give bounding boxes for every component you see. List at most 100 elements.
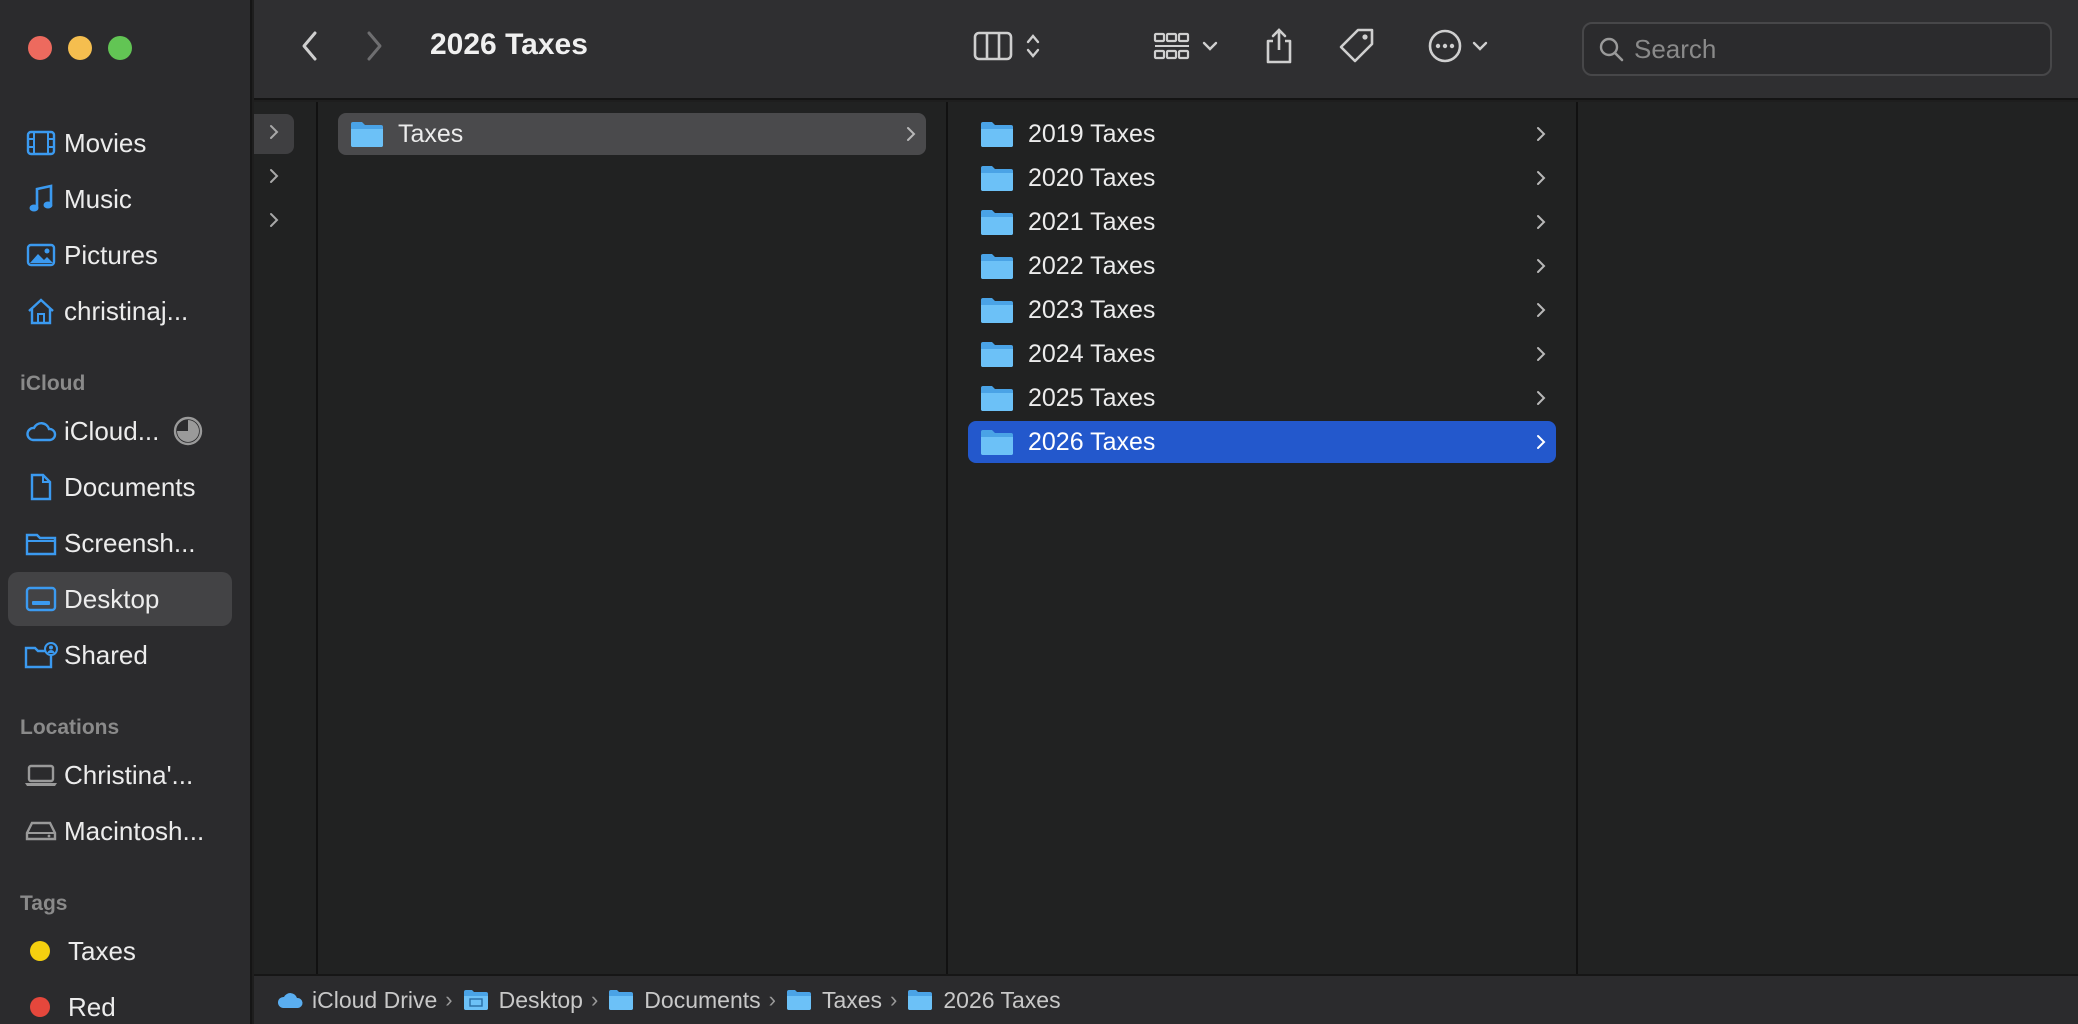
path-crumb-2026-taxes[interactable]: 2026 Taxes (907, 987, 1061, 1014)
sidebar-item-label: Music (64, 183, 132, 214)
chevron-right-icon (269, 124, 279, 145)
home-icon (18, 293, 64, 329)
chevron-down-icon (1471, 39, 1489, 57)
path-separator-icon: › (445, 987, 453, 1012)
column1-row[interactable] (254, 158, 294, 198)
sidebar-section-tags: Tags (20, 892, 68, 915)
film-icon (18, 125, 64, 161)
folder-row-2024-taxes[interactable]: 2024 Taxes (968, 333, 1556, 375)
chevron-right-icon (364, 30, 384, 67)
sidebar-item-label: Documents (64, 471, 196, 502)
folder-row-2023-taxes[interactable]: 2023 Taxes (968, 289, 1556, 331)
zoom-window-button[interactable] (108, 36, 132, 60)
sidebar-item-label: Taxes (68, 935, 136, 966)
sidebar-item-music[interactable]: Music (8, 172, 232, 226)
folder-row-2019-taxes[interactable]: 2019 Taxes (968, 113, 1556, 155)
tag-icon (1338, 27, 1376, 70)
window-title: 2026 Taxes (430, 28, 588, 61)
path-crumb-desktop[interactable]: Desktop (463, 987, 583, 1014)
sidebar-item-label: Movies (64, 127, 147, 158)
folder-label: 2021 Taxes (1028, 207, 1156, 236)
folder-icon (980, 120, 1014, 148)
column-divider[interactable] (946, 102, 948, 974)
sidebar-item-home[interactable]: christinaj... (8, 284, 232, 338)
column-divider[interactable] (1576, 102, 1578, 974)
toolbar: 2026 Taxes (254, 0, 2078, 100)
folder-row-2021-taxes[interactable]: 2021 Taxes (968, 201, 1556, 243)
path-crumb-icloud-drive[interactable]: iCloud Drive (276, 987, 437, 1014)
chevron-right-icon (1526, 245, 1556, 287)
sidebar-item-label: Shared (64, 639, 148, 670)
sidebar-item-label: christinaj... (64, 295, 189, 326)
photo-icon (18, 237, 64, 273)
column1-row[interactable] (254, 202, 294, 242)
sync-progress-icon (173, 416, 203, 446)
laptop-icon (18, 757, 64, 793)
sidebar-item-documents[interactable]: Documents (8, 460, 232, 514)
view-mode-button[interactable] (962, 26, 1052, 70)
share-button[interactable] (1254, 24, 1304, 72)
folder-row-2025-taxes[interactable]: 2025 Taxes (968, 377, 1556, 419)
folder-icon (907, 989, 933, 1011)
crumb-label: Documents (644, 986, 761, 1013)
column-divider[interactable] (316, 102, 318, 974)
sidebar-item-screenshots[interactable]: Screensh... (8, 516, 232, 570)
grid-icon (1153, 31, 1191, 66)
column-view-icon (973, 31, 1013, 66)
sidebar-section-locations: Locations (20, 716, 120, 739)
folder-icon (980, 296, 1014, 324)
folder-row-2022-taxes[interactable]: 2022 Taxes (968, 245, 1556, 287)
sidebar-item-desktop[interactable]: Desktop (8, 572, 232, 626)
back-button[interactable] (290, 26, 330, 70)
sidebar-item-pictures[interactable]: Pictures (8, 228, 232, 282)
path-separator-icon: › (590, 987, 599, 1012)
sidebar-item-label: Pictures (64, 239, 158, 270)
sidebar-item-label: Screensh... (64, 527, 196, 558)
chevron-right-icon (1526, 421, 1556, 463)
chevron-down-icon (1201, 39, 1219, 57)
column1-row[interactable] (254, 114, 294, 154)
minimize-window-button[interactable] (68, 36, 92, 60)
search-input[interactable] (1634, 33, 2034, 65)
folder-label: 2023 Taxes (1028, 295, 1156, 324)
desktop-icon (18, 581, 64, 617)
more-actions-button[interactable] (1418, 24, 1498, 72)
sidebar: Movies Music Pictures christinaj... iClo… (0, 0, 252, 1024)
path-crumb-documents[interactable]: Documents (608, 986, 761, 1014)
sidebar-item-label: Desktop (64, 583, 160, 614)
folder-icon (980, 428, 1014, 456)
folder-label: Taxes (398, 119, 464, 148)
column-browser: Taxes 2019 Taxes 2020 Taxes 2021 Taxes 2… (254, 102, 2078, 974)
folder-row-2026-taxes[interactable]: 2026 Taxes (968, 421, 1556, 463)
cloud-icon (276, 989, 303, 1011)
close-window-button[interactable] (28, 36, 52, 60)
tag-button[interactable] (1332, 24, 1382, 72)
cloud-icon (18, 413, 64, 449)
desktop-folder-icon (463, 989, 489, 1011)
sidebar-item-computer[interactable]: Christina'... (8, 748, 232, 802)
sidebar-item-macintosh-hd[interactable]: Macintosh... (8, 804, 232, 858)
chevron-right-icon (1526, 157, 1556, 199)
path-crumb-taxes[interactable]: Taxes (786, 987, 882, 1014)
sidebar-tag-red[interactable]: Red (8, 980, 232, 1024)
folder-row-taxes[interactable]: Taxes (338, 113, 926, 155)
search-field[interactable] (1582, 22, 2052, 76)
chevron-left-icon (300, 30, 320, 67)
folder-icon (980, 252, 1014, 280)
sidebar-item-movies[interactable]: Movies (8, 116, 232, 170)
folder-label: 2022 Taxes (1028, 251, 1156, 280)
chevron-right-icon (1526, 113, 1556, 155)
search-icon (1598, 36, 1624, 62)
folder-label: 2019 Taxes (1028, 119, 1156, 148)
crumb-label: Taxes (821, 986, 883, 1013)
folder-row-2020-taxes[interactable]: 2020 Taxes (968, 157, 1556, 199)
sidebar-tag-taxes[interactable]: Taxes (8, 924, 232, 978)
sidebar-item-shared[interactable]: Shared (8, 628, 232, 682)
chevron-right-icon (1526, 201, 1556, 243)
forward-button[interactable] (354, 26, 394, 70)
sidebar-item-icloud-drive[interactable]: iCloud... (8, 404, 232, 458)
folder-label: 2020 Taxes (1028, 163, 1156, 192)
group-button[interactable] (1146, 26, 1226, 70)
ellipsis-circle-icon (1427, 28, 1463, 69)
crumb-label: iCloud Drive (312, 986, 438, 1013)
